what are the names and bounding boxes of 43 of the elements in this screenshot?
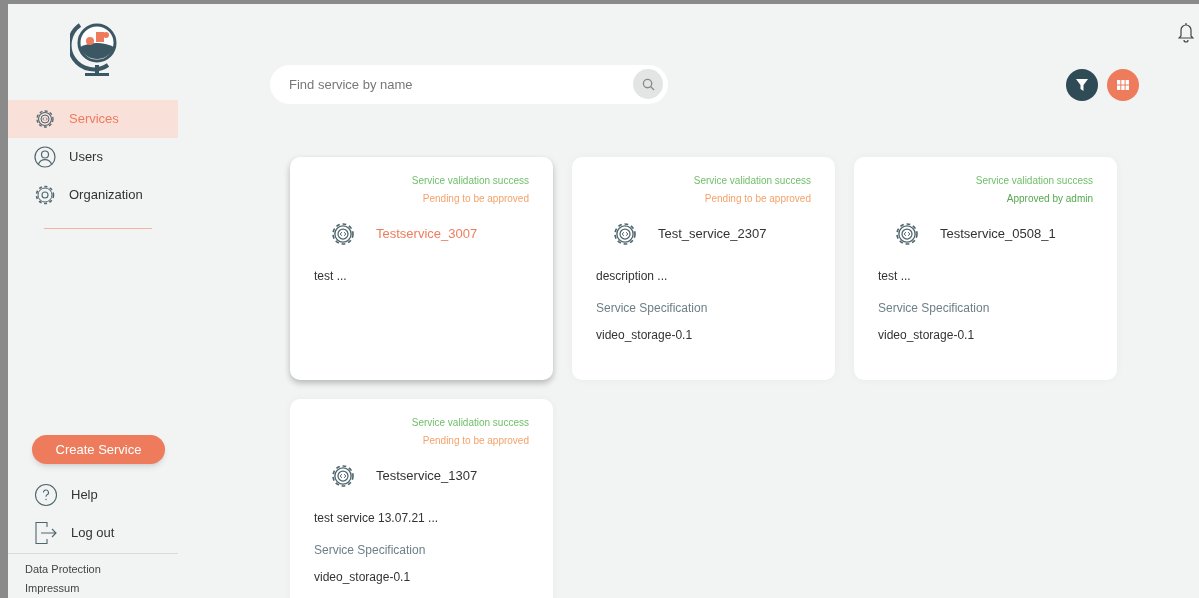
validation-status: Service validation success — [693, 174, 811, 188]
service-description: test ... — [878, 268, 911, 285]
footer-link[interactable]: Impressum — [25, 581, 178, 596]
spec-label: Service Specification — [878, 300, 990, 317]
service-name: Testservice_3007 — [376, 225, 478, 244]
search-icon — [641, 77, 655, 91]
service-name: Testservice_0508_1 — [940, 225, 1056, 244]
spec-label: Service Specification — [596, 300, 708, 317]
service-card[interactable]: Service validation success Pending to be approved Testservice_3007 test ... — [290, 157, 553, 380]
service-card[interactable]: Service validation success Approved by admin Testservice_0508_1 test ... Service Specification video_storage-0.1 — [854, 157, 1117, 380]
spec-value: video_storage-0.1 — [596, 327, 693, 344]
grid-view-button[interactable] — [1107, 68, 1139, 101]
spec-label: Service Specification — [314, 542, 426, 559]
service-card[interactable]: Service validation success Pending to be approved Test_service_2307 description ... Service Specification video_storage-0.1 — [572, 157, 835, 380]
approval-status: Pending to be approved — [422, 434, 529, 448]
approval-status: Pending to be approved — [422, 192, 529, 206]
nav-item[interactable]: Organization — [8, 176, 178, 214]
footer-link[interactable]: Data Protection — [25, 562, 178, 577]
grid-icon — [1117, 79, 1129, 90]
gear-icon — [33, 183, 57, 207]
nav-item[interactable]: Users — [8, 138, 178, 176]
sidebar-link[interactable]: Log out — [8, 514, 178, 552]
service-name: Test_service_2307 — [658, 225, 767, 244]
spec-value: video_storage-0.1 — [878, 327, 975, 344]
validation-status: Service validation success — [975, 174, 1093, 188]
approval-status: Pending to be approved — [704, 192, 811, 206]
validation-status: Service validation success — [411, 174, 529, 188]
logout-icon — [34, 521, 58, 545]
help-icon — [34, 483, 58, 507]
service-name: Testservice_1307 — [376, 467, 478, 486]
service-description: description ... — [596, 268, 668, 285]
service-card[interactable]: Service validation success Pending to be approved Testservice_1307 test service 13.07.21 ... Service Specification video_storage-0.1 — [290, 399, 553, 598]
user-icon — [33, 145, 57, 169]
service-description: test ... — [314, 268, 347, 285]
filter-button[interactable] — [1066, 68, 1098, 101]
sidebar-link[interactable]: Help — [8, 476, 178, 514]
approval-status: Approved by admin — [1006, 192, 1093, 206]
validation-status: Service validation success — [411, 416, 529, 430]
spec-value: video_storage-0.1 — [314, 569, 411, 586]
notification-bell-icon[interactable] — [1178, 21, 1194, 43]
search-field[interactable]: Find service by name — [270, 65, 668, 104]
filter-icon — [1075, 77, 1089, 92]
service-description: test service 13.07.21 ... — [314, 510, 439, 527]
